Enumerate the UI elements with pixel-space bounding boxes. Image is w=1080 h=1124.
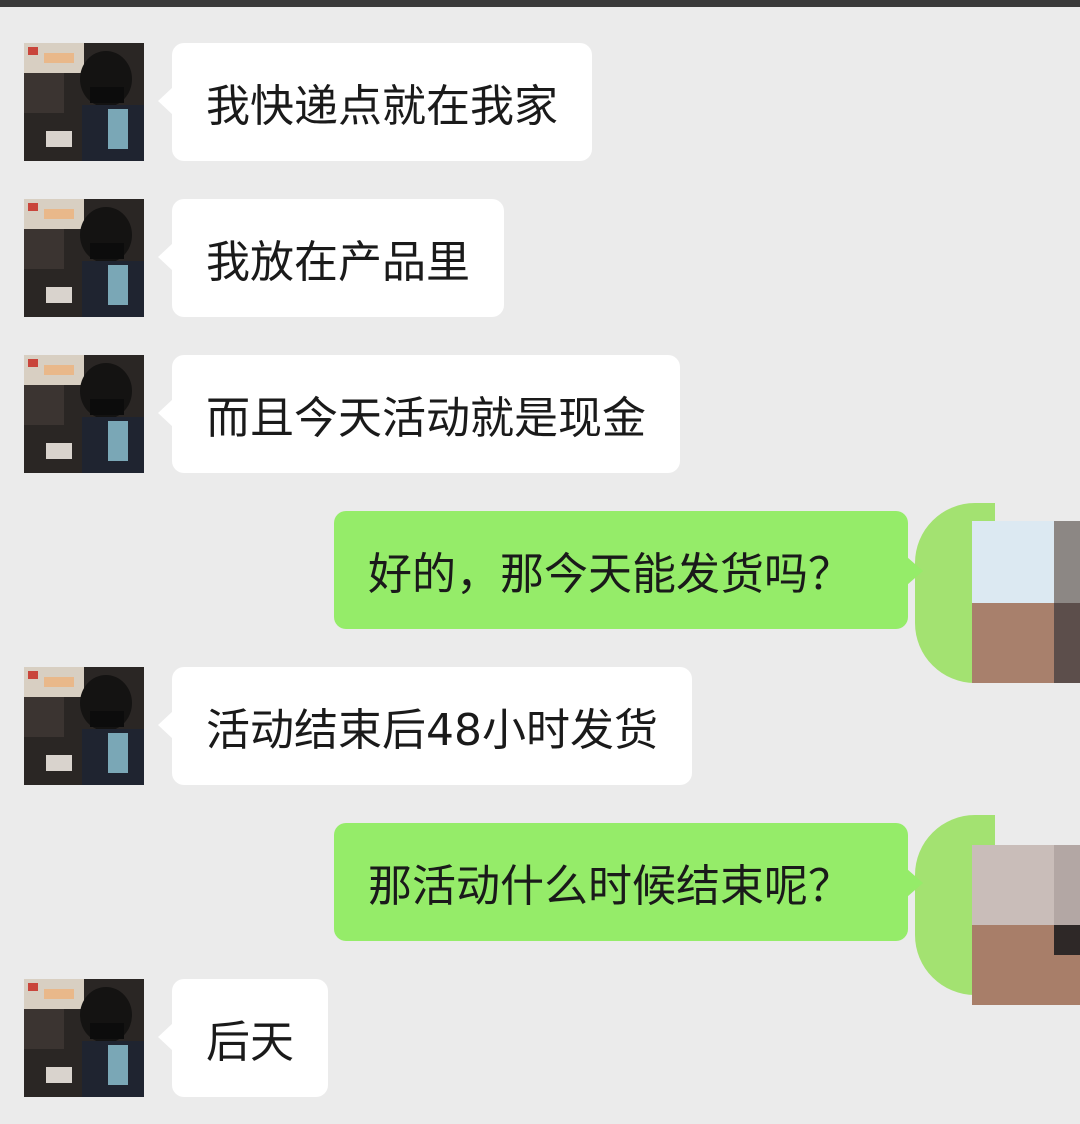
chat-message-outgoing: 那活动什么时候结束呢？ — [0, 815, 1080, 1005]
chat-message-incoming: 我快递点就在我家 — [0, 43, 1080, 163]
chat-message-incoming: 后天 — [0, 979, 1080, 1099]
sender-avatar-icon[interactable] — [24, 667, 144, 785]
outgoing-message-bubble[interactable]: 好的，那今天能发货吗？ — [334, 511, 923, 629]
chat-message-outgoing: 好的，那今天能发货吗？ — [0, 503, 1080, 683]
message-text: 活动结束后48小时发货 — [206, 705, 658, 756]
message-text: 而且今天活动就是现金 — [206, 393, 646, 444]
message-text: 我放在产品里 — [206, 237, 470, 288]
incoming-message-bubble[interactable]: 我快递点就在我家 — [158, 43, 592, 161]
sender-avatar-icon[interactable] — [24, 199, 144, 317]
incoming-message-bubble[interactable]: 而且今天活动就是现金 — [158, 355, 680, 473]
chat-message-incoming: 而且今天活动就是现金 — [0, 355, 1080, 475]
message-text: 后天 — [206, 1017, 294, 1068]
chat-message-list[interactable]: 我快递点就在我家 我放在产品里 而且今天活动就是现金 好的，那今天能发货吗？ 活… — [0, 0, 1080, 1124]
incoming-message-bubble[interactable]: 我放在产品里 — [158, 199, 504, 317]
chat-message-incoming: 活动结束后48小时发货 — [0, 667, 1080, 787]
outgoing-message-bubble[interactable]: 那活动什么时候结束呢？ — [334, 823, 923, 941]
incoming-message-bubble[interactable]: 后天 — [158, 979, 328, 1097]
sender-avatar-icon[interactable] — [24, 43, 144, 161]
message-text: 那活动什么时候结束呢？ — [368, 861, 852, 912]
sender-avatar-icon[interactable] — [24, 355, 144, 473]
sender-avatar-icon[interactable] — [24, 979, 144, 1097]
incoming-message-bubble[interactable]: 活动结束后48小时发货 — [158, 667, 692, 785]
message-text: 好的，那今天能发货吗？ — [368, 549, 852, 600]
message-text: 我快递点就在我家 — [206, 81, 558, 132]
self-avatar-icon[interactable] — [972, 521, 1080, 683]
chat-message-incoming: 我放在产品里 — [0, 199, 1080, 319]
